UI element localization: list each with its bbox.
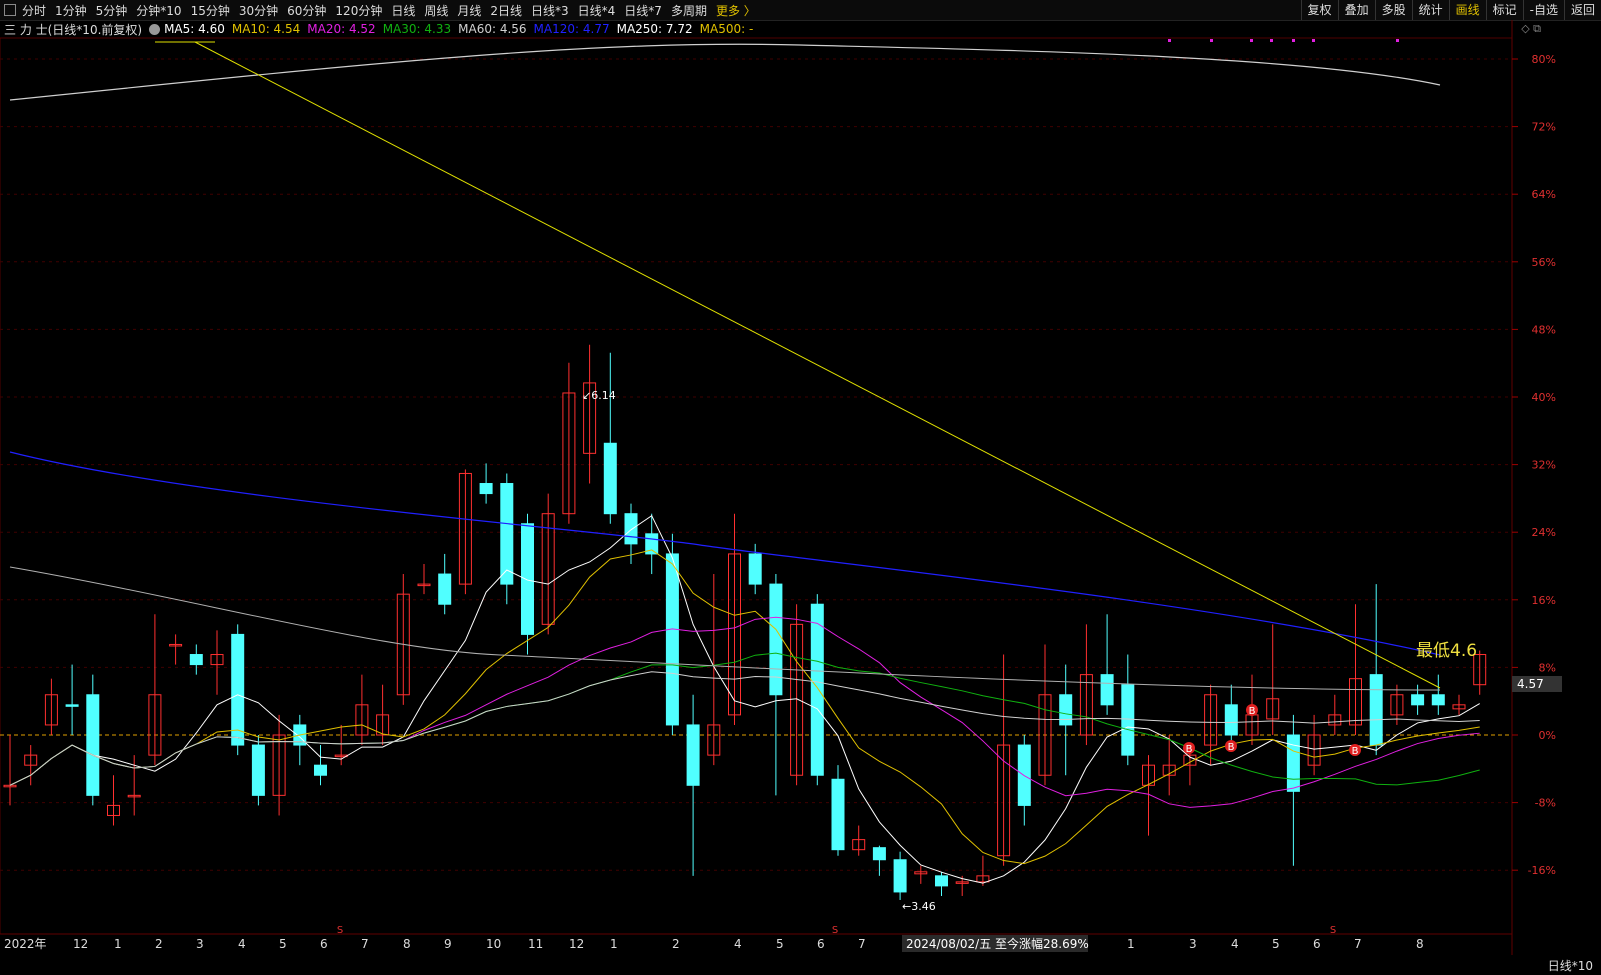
- candle-body: [438, 573, 452, 605]
- x-label: 2: [672, 937, 680, 951]
- axis-label: -16%: [1528, 864, 1556, 877]
- candle-body: [1121, 684, 1135, 756]
- ma-line-60: [9, 671, 1480, 786]
- candle-body: [603, 442, 617, 515]
- candle-body: [314, 764, 327, 776]
- event-dot: [1168, 39, 1171, 42]
- ma-line-10: [9, 549, 1480, 865]
- x-label: 9: [444, 937, 452, 951]
- buy-signal-label: B: [1352, 746, 1359, 757]
- ma120-line: [9, 451, 1441, 656]
- candle-body: [935, 875, 948, 887]
- x-label: 1: [1127, 937, 1135, 951]
- candle-body: [624, 513, 638, 545]
- buy-signal-label: B: [1249, 706, 1256, 717]
- axis-label: 56%: [1532, 256, 1556, 269]
- axis-label: 80%: [1532, 53, 1556, 66]
- ma-line-5: [9, 514, 1480, 884]
- candle-body: [1411, 694, 1425, 706]
- candle-body: [748, 553, 762, 585]
- x-label: 7: [858, 937, 866, 951]
- axis-label: 8%: [1539, 661, 1556, 674]
- candle-body: [1224, 704, 1238, 736]
- x-label: 4: [1231, 937, 1239, 951]
- x-label: 5: [1272, 937, 1280, 951]
- ma-line-20: [9, 616, 1480, 808]
- x-label: 8: [403, 937, 411, 951]
- candle-body: [65, 704, 79, 707]
- axis-label: 64%: [1532, 188, 1556, 201]
- x-label: 1: [610, 937, 618, 951]
- min-price-label: 最低4.6: [1416, 641, 1477, 661]
- candle-body: [665, 553, 679, 726]
- candle-body: [86, 694, 100, 796]
- date-info-label: 2024/08/02/五 至今涨幅28.69%: [906, 936, 1089, 951]
- x-label: 3: [196, 937, 204, 951]
- axis-label: 16%: [1532, 594, 1556, 607]
- axis-label: 72%: [1532, 121, 1556, 134]
- candle-body: [189, 654, 203, 666]
- candle-body: [479, 483, 493, 495]
- x-label: 7: [361, 937, 369, 951]
- event-dot: [1270, 39, 1273, 42]
- event-dot: [1210, 39, 1213, 42]
- axis-label: 0%: [1539, 729, 1556, 742]
- x-label: 4: [238, 937, 246, 951]
- candle-body: [810, 603, 824, 776]
- x-label: 5: [279, 937, 287, 951]
- x-label: 6: [1313, 937, 1321, 951]
- kline-chart[interactable]: 80% 72% 64% 56% 48% 40% 32% 24% 16% 8% 0% -8% -16% ↙6…: [0, 0, 1601, 975]
- candle-body: [1059, 694, 1073, 726]
- ma-line-30: [9, 652, 1480, 786]
- candle-body: [769, 583, 783, 696]
- candle-body: [231, 633, 245, 746]
- event-dot: [1312, 39, 1315, 42]
- ma60-long-line: [9, 566, 1441, 691]
- x-label: 7: [1354, 937, 1362, 951]
- x-label: 2: [155, 937, 163, 951]
- axis-label: 32%: [1532, 459, 1556, 472]
- low-label: ←3.46: [902, 900, 936, 913]
- current-price-tag: 4.57: [1512, 676, 1562, 692]
- candle-body: [500, 483, 514, 585]
- x-label: 12: [73, 937, 88, 951]
- x-label: 3: [1189, 937, 1197, 951]
- candle-body: [251, 744, 265, 796]
- candle-body: [1100, 674, 1114, 706]
- ma250-line: [9, 43, 1441, 101]
- x-label: 8: [1416, 937, 1424, 951]
- candle-body: [1369, 674, 1383, 746]
- event-dot: [1396, 39, 1399, 42]
- period-label[interactable]: 日线*10: [1548, 957, 1601, 975]
- x-label: 4: [734, 937, 742, 951]
- x-label: 2022年: [4, 937, 47, 951]
- event-dot: [1250, 39, 1253, 42]
- x-label: 11: [528, 937, 543, 951]
- buy-signal-label: B: [1186, 744, 1193, 755]
- candle-body: [872, 847, 886, 861]
- x-label: 5: [776, 937, 784, 951]
- candle-body: [686, 724, 700, 786]
- candle-body: [1286, 734, 1300, 792]
- x-label: 6: [320, 937, 328, 951]
- trend-line: [194, 41, 1441, 689]
- candle-body: [893, 859, 907, 893]
- axis-label: 24%: [1532, 526, 1556, 539]
- plot-frame: [0, 37, 1513, 935]
- candle-body: [831, 778, 845, 851]
- axis-label: 40%: [1532, 391, 1556, 404]
- candle-body: [1431, 694, 1445, 706]
- axis-label: 48%: [1532, 323, 1556, 336]
- candle-body: [521, 523, 534, 635]
- buy-signal-label: B: [1228, 742, 1235, 753]
- axis-label: -8%: [1535, 797, 1556, 810]
- x-label: 1: [114, 937, 122, 951]
- high-label: ↙6.14: [582, 389, 616, 402]
- x-label: 10: [486, 937, 501, 951]
- x-label: 12: [569, 937, 584, 951]
- x-label: 6: [817, 937, 825, 951]
- event-dot: [1292, 39, 1295, 42]
